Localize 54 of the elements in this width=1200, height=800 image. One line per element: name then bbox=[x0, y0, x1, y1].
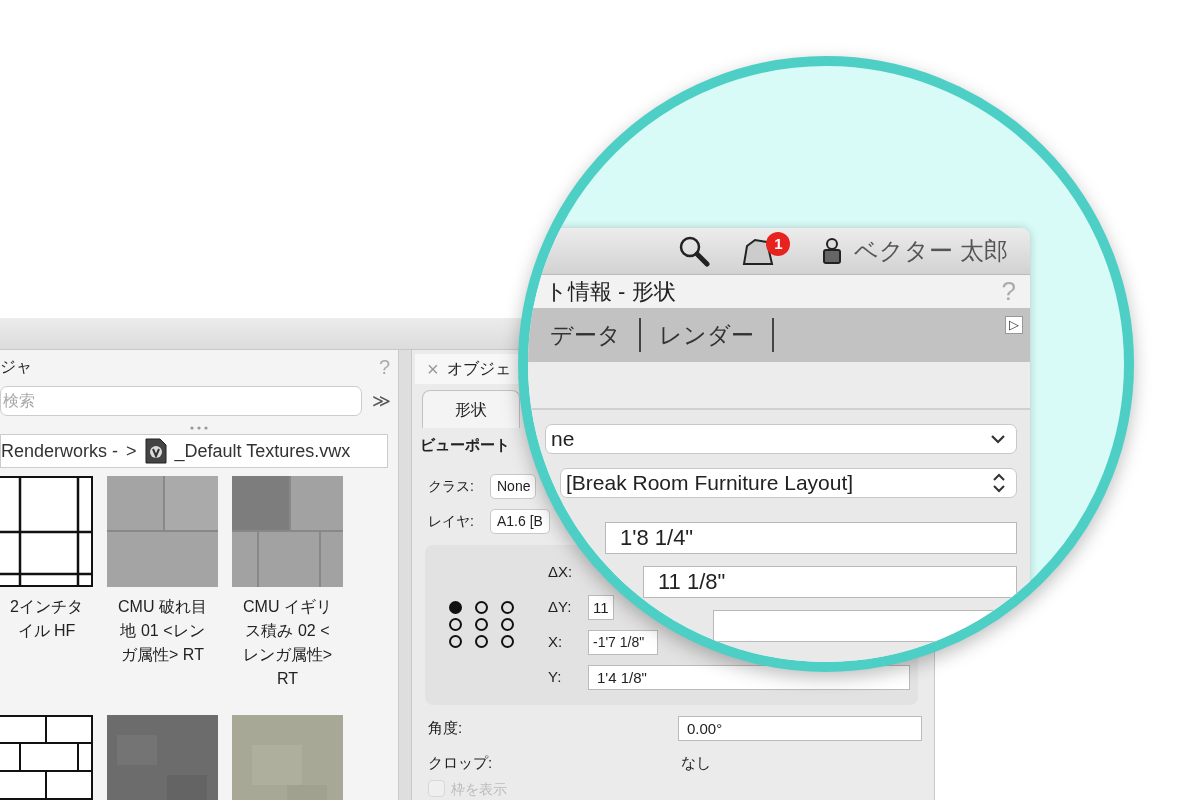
dropdown[interactable]: A1.6 [B bbox=[490, 508, 550, 534]
field-label: ΔY: bbox=[548, 596, 573, 617]
tab[interactable]: レンダー bbox=[659, 317, 754, 353]
user-name[interactable]: ベクター 太郎 bbox=[854, 233, 1008, 269]
more-button[interactable]: ≫ bbox=[372, 387, 391, 415]
notification-button[interactable]: 1 bbox=[740, 232, 793, 270]
thumbnail-label: CMU 破れ目地 01 <レンガ属性> RT bbox=[117, 597, 208, 665]
anchor-radio[interactable] bbox=[449, 635, 462, 648]
dropdown[interactable]: ne bbox=[545, 424, 1017, 454]
anchor-radio[interactable] bbox=[501, 618, 514, 631]
stepper-icon bbox=[992, 472, 1006, 494]
input-field[interactable]: 1'8 1/4" bbox=[605, 522, 1017, 554]
notification-badge: 1 bbox=[766, 232, 791, 256]
anchor-radio[interactable] bbox=[449, 601, 462, 614]
anchor-radio[interactable] bbox=[475, 601, 488, 614]
field-label: X: bbox=[548, 631, 564, 652]
breadcrumb-item[interactable]: _Default Textures.vwx bbox=[174, 437, 351, 465]
crop-value: なし bbox=[680, 752, 711, 773]
input-field[interactable]: 11 1/8" bbox=[643, 566, 1017, 598]
notification-icon bbox=[740, 236, 775, 266]
input-field[interactable]: 1'4 1/8" bbox=[588, 664, 910, 690]
panel-title: ト情報 - 形状 bbox=[545, 278, 676, 306]
search-icon[interactable] bbox=[678, 235, 711, 267]
user-icon[interactable] bbox=[822, 237, 843, 265]
field-label: ΔX: bbox=[548, 561, 574, 582]
dropdown[interactable]: None bbox=[490, 473, 536, 499]
anchor-radio[interactable] bbox=[501, 635, 514, 648]
panel-title: オブジェ bbox=[446, 359, 511, 379]
file-icon bbox=[144, 438, 167, 464]
tab[interactable]: 形状 bbox=[422, 390, 520, 428]
expand-button[interactable]: ▷ bbox=[1005, 316, 1023, 334]
anchor-radio[interactable] bbox=[475, 635, 488, 648]
thumbnail-label: 2インチタイル HF bbox=[9, 597, 84, 641]
breadcrumb-separator: > bbox=[126, 439, 137, 463]
dropdown[interactable]: [Break Room Furniture Layout] bbox=[560, 468, 1017, 498]
field-label: 角度: bbox=[428, 717, 464, 738]
field-label: レイヤ: bbox=[428, 511, 475, 531]
panel-title: ジャ bbox=[0, 357, 32, 377]
thumbnail-label: CMU イギリス積み 02 <レンガ属性> RT bbox=[241, 597, 334, 689]
field-label: クラス: bbox=[428, 476, 475, 496]
search-field[interactable]: 検索 bbox=[0, 386, 362, 416]
input-field[interactable]: 11 bbox=[588, 594, 614, 620]
section-title: ビューポート bbox=[419, 435, 511, 455]
tab[interactable]: データ bbox=[550, 317, 621, 353]
anchor-radio[interactable] bbox=[475, 618, 488, 631]
anchor-radio[interactable] bbox=[449, 618, 462, 631]
breadcrumb-item[interactable]: Renderworks - bbox=[1, 437, 119, 465]
angle-field[interactable]: 0.00° bbox=[678, 715, 922, 741]
field-label: Y: bbox=[548, 666, 563, 687]
chevron-down-icon bbox=[990, 434, 1006, 444]
grip-icon[interactable] bbox=[189, 426, 209, 430]
anchor-radio[interactable] bbox=[501, 601, 514, 614]
input-field[interactable]: -1'7 1/8" bbox=[588, 629, 658, 655]
field-label: クロップ: bbox=[428, 752, 494, 773]
